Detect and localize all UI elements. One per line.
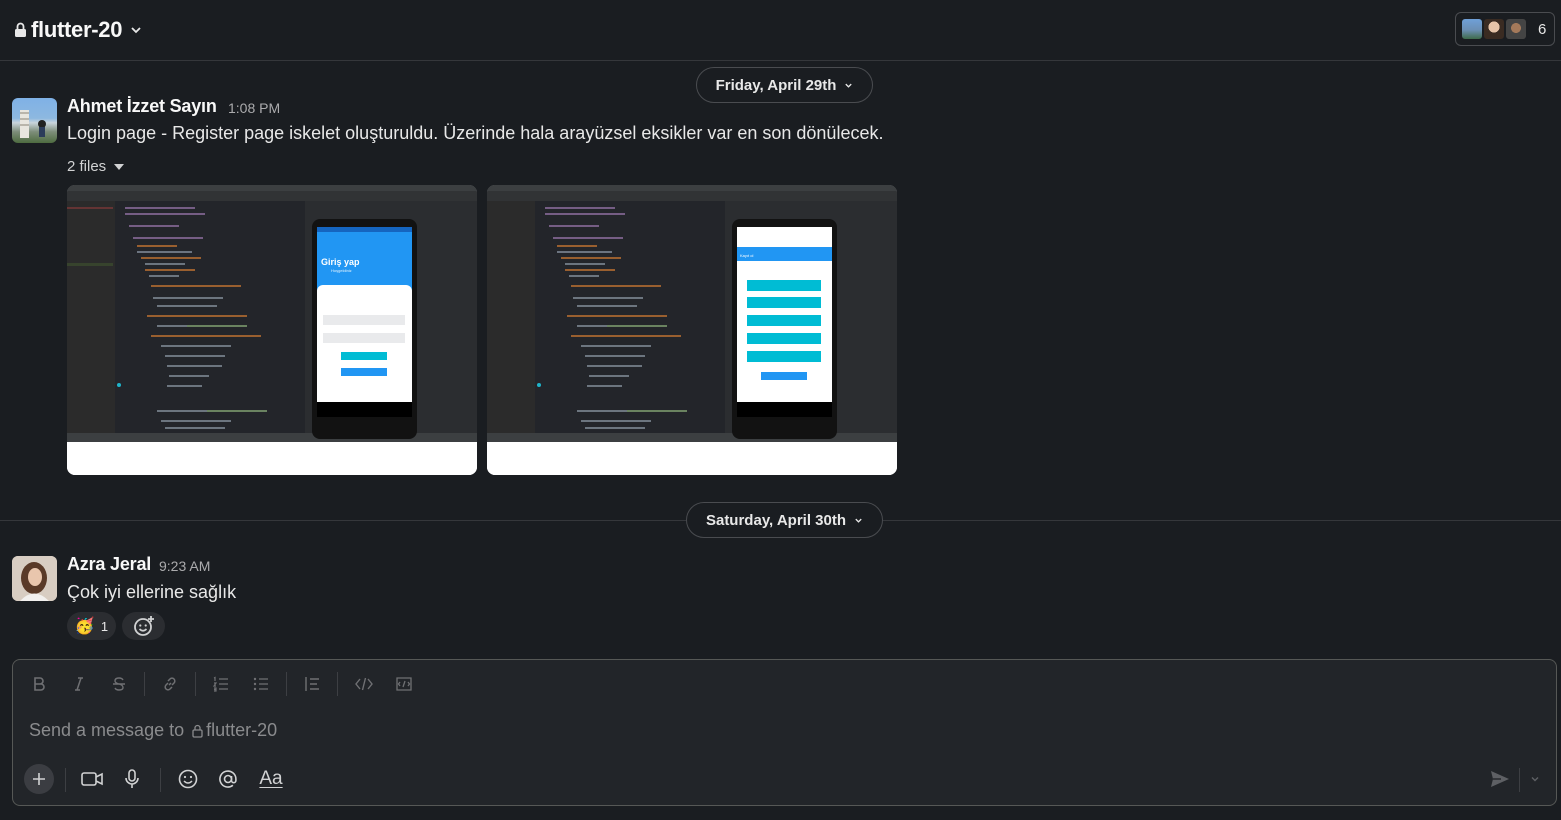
link-icon <box>164 677 176 691</box>
message-timestamp[interactable]: 9:23 AM <box>159 558 210 574</box>
app-screen-subtitle: Hoşgeldiniz <box>331 268 352 273</box>
send-button[interactable] <box>1485 764 1515 794</box>
schedule-send-button[interactable] <box>1523 764 1547 794</box>
avatar-image <box>12 556 57 601</box>
code-icon <box>355 677 373 691</box>
blockquote-button[interactable] <box>299 671 325 697</box>
message-text: Çok iyi ellerine sağlık <box>67 582 237 602</box>
avatar-image <box>20 110 46 138</box>
file-attachment[interactable]: Kayıt ol <box>487 185 897 475</box>
strikethrough-button[interactable] <box>106 671 132 697</box>
bold-icon <box>34 677 45 691</box>
chevron-down-icon <box>855 518 862 523</box>
chevron-down-icon <box>845 83 853 88</box>
toolbar-separator <box>286 672 287 696</box>
avatar[interactable] <box>12 98 57 143</box>
channel-name: flutter-20 <box>31 17 123 42</box>
send-icon <box>1491 771 1509 787</box>
formatting-toggle-button[interactable]: Aa <box>253 764 289 794</box>
members-button[interactable]: 6 <box>1455 12 1555 46</box>
channel-title-button[interactable]: flutter-20 <box>14 17 142 43</box>
code-button[interactable] <box>351 671 377 697</box>
ide-screenshot-thumbnail: Giriş yap Hoşgeldiniz <box>67 185 477 475</box>
sender-name[interactable]: Ahmet İzzet Sayın <box>67 96 217 117</box>
member-count: 6 <box>1538 20 1547 38</box>
chevron-down-icon <box>131 27 141 34</box>
toolbar-separator <box>195 672 196 696</box>
lock-icon <box>15 22 26 37</box>
file-attachment[interactable]: Giriş yap Hoşgeldiniz <box>67 185 477 475</box>
italic-icon <box>75 677 83 691</box>
emoji-icon <box>178 769 198 789</box>
bulleted-list-button[interactable] <box>248 671 274 697</box>
add-reaction-button[interactable] <box>122 612 165 640</box>
toolbar-separator <box>65 768 66 792</box>
files-toggle[interactable]: 2 files <box>67 158 125 175</box>
member-avatar <box>1460 17 1484 41</box>
toolbar-separator <box>337 672 338 696</box>
date-divider-label: Saturday, April 30th <box>705 511 847 529</box>
at-sign-icon <box>219 770 237 788</box>
app-screen-title: Giriş yap <box>321 257 360 267</box>
emoji-button[interactable] <box>173 764 203 794</box>
mention-button[interactable] <box>213 764 243 794</box>
formatting-label: Aa <box>259 768 283 789</box>
reaction-pill[interactable]: 🥳 1 <box>67 612 116 640</box>
chevron-down-icon <box>1531 777 1539 782</box>
files-count-label: 2 files <box>67 158 107 175</box>
message-text: Login page - Register page iskelet oluşt… <box>67 123 884 143</box>
add-emoji-icon <box>133 616 154 636</box>
message-timestamp[interactable]: 1:08 PM <box>228 100 280 116</box>
italic-button[interactable] <box>66 671 92 697</box>
blockquote-icon <box>305 677 319 691</box>
date-divider-button[interactable]: Saturday, April 30th <box>686 502 883 538</box>
strikethrough-icon <box>113 677 125 691</box>
date-divider-label: Friday, April 29th <box>715 76 837 94</box>
date-divider-button[interactable]: Friday, April 29th <box>696 67 873 103</box>
code-block-icon <box>396 677 412 691</box>
avatar[interactable] <box>12 556 57 601</box>
lock-icon <box>192 724 203 738</box>
caret-down-icon <box>114 163 125 170</box>
code-block-button[interactable] <box>391 671 417 697</box>
ordered-list-button[interactable] <box>208 671 234 697</box>
ordered-list-icon <box>212 676 228 692</box>
message-composer: Send a message to flutter-20 Aa <box>12 659 1557 806</box>
member-avatar <box>1504 17 1528 41</box>
sender-name[interactable]: Azra Jeral <box>67 554 151 575</box>
link-button[interactable] <box>157 671 183 697</box>
attach-button[interactable] <box>24 764 54 794</box>
bold-button[interactable] <box>26 671 52 697</box>
video-camera-icon <box>81 772 103 786</box>
channel-header: flutter-20 6 <box>0 0 1561 61</box>
plus-icon <box>33 773 45 785</box>
toolbar-separator <box>160 768 161 792</box>
microphone-icon <box>125 769 139 788</box>
placeholder-prefix: Send a message to <box>29 720 185 740</box>
app-screen-title: Kayıt ol <box>740 253 753 258</box>
message-input[interactable]: Send a message to flutter-20 <box>29 720 277 741</box>
bulleted-list-icon <box>253 677 268 691</box>
audio-clip-button[interactable] <box>117 764 147 794</box>
toolbar-separator <box>144 672 145 696</box>
placeholder-channel: flutter-20 <box>206 720 278 740</box>
reaction-count: 1 <box>100 618 109 634</box>
video-clip-button[interactable] <box>77 764 107 794</box>
member-avatar <box>1482 17 1506 41</box>
toolbar-separator <box>1519 768 1520 792</box>
ide-screenshot-thumbnail: Kayıt ol <box>487 185 897 475</box>
party-face-emoji: 🥳 <box>74 618 95 635</box>
